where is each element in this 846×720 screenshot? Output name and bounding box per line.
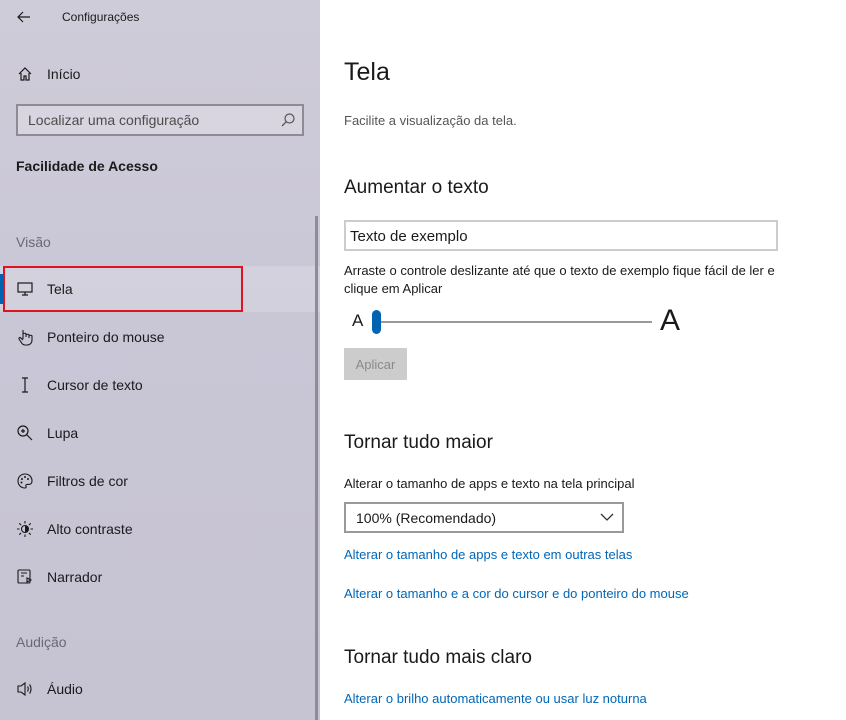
- text-size-slider[interactable]: [376, 321, 652, 323]
- slider-min-label: A: [352, 311, 364, 330]
- sidebar-item-lupa[interactable]: Lupa: [0, 410, 320, 456]
- sidebar-item-ponteiro-do-mouse[interactable]: Ponteiro do mouse: [0, 314, 320, 360]
- search-placeholder: Localizar uma configuração: [28, 112, 200, 128]
- brightness-icon: [16, 520, 34, 538]
- chevron-down-icon: [600, 513, 614, 521]
- home-icon: [16, 65, 34, 83]
- sidebar-item-label: Lupa: [47, 425, 79, 441]
- sidebar-item-label: Áudio: [47, 681, 83, 697]
- title-bar: Configurações: [0, 0, 320, 34]
- highlight-box: [3, 266, 243, 312]
- sample-text-box: Texto de exemplo: [344, 220, 778, 251]
- sidebar-item-cursor-de-texto[interactable]: Cursor de texto: [0, 362, 320, 408]
- sidebar-scrollbar[interactable]: [315, 216, 318, 720]
- main-content: Tela Facilite a visualização da tela. Au…: [320, 0, 846, 720]
- scale-dropdown-value: 100% (Recomendado): [356, 510, 497, 526]
- link-brightness-night-light[interactable]: Alterar o brilho automaticamente ou usar…: [344, 691, 647, 706]
- sidebar-item-alto-contraste[interactable]: Alto contraste: [0, 506, 320, 552]
- scale-label: Alterar o tamanho de apps e texto na tel…: [344, 476, 635, 491]
- sidebar-item-audio[interactable]: Áudio: [0, 666, 320, 712]
- sidebar-item-label: Filtros de cor: [47, 473, 128, 489]
- group-label-audio: Audição: [16, 634, 67, 650]
- link-cursor-pointer[interactable]: Alterar o tamanho e a cor do cursor e do…: [344, 586, 689, 601]
- slider-thumb[interactable]: [372, 310, 381, 334]
- slider-max-label: A: [660, 304, 681, 337]
- sidebar-item-label: Alto contraste: [47, 521, 133, 537]
- back-button[interactable]: [10, 5, 38, 29]
- page-title: Tela: [344, 58, 390, 86]
- scale-dropdown[interactable]: 100% (Recomendado): [344, 502, 624, 533]
- narrator-icon: [16, 568, 34, 586]
- text-cursor-icon: [16, 376, 34, 394]
- speaker-icon: [16, 680, 34, 698]
- sidebar-item-label: Narrador: [47, 569, 103, 585]
- color-palette-icon: [16, 472, 34, 490]
- link-other-displays[interactable]: Alterar o tamanho de apps e texto em out…: [344, 547, 632, 562]
- search-input[interactable]: Localizar uma configuração: [16, 104, 304, 136]
- apply-button[interactable]: Aplicar: [344, 348, 407, 380]
- sidebar-item-label: Ponteiro do mouse: [47, 329, 165, 345]
- app-title: Configurações: [62, 10, 140, 24]
- mouse-pointer-icon: [16, 328, 34, 346]
- heading-aumentar-texto: Aumentar o texto: [344, 177, 489, 198]
- back-arrow-icon: [17, 11, 30, 23]
- sample-text: Texto de exemplo: [350, 228, 468, 245]
- magnifier-icon: [16, 424, 34, 442]
- heading-tornar-tudo-maior: Tornar tudo maior: [344, 432, 493, 453]
- sidebar-item-narrador[interactable]: Narrador: [0, 554, 320, 600]
- nav-home[interactable]: Início: [0, 56, 320, 92]
- group-label-vision: Visão: [16, 234, 51, 250]
- text-size-description: Arraste o controle deslizante até que o …: [344, 263, 775, 296]
- sidebar-item-label: Cursor de texto: [47, 377, 143, 393]
- heading-tornar-tudo-mais-claro: Tornar tudo mais claro: [344, 647, 532, 668]
- page-subtitle: Facilite a visualização da tela.: [344, 113, 517, 128]
- nav-home-label: Início: [47, 66, 81, 82]
- section-title: Facilidade de Acesso: [16, 158, 158, 174]
- search-icon[interactable]: [280, 112, 296, 128]
- sidebar: Configurações Início Localizar uma confi…: [0, 0, 320, 720]
- sidebar-item-filtros-de-cor[interactable]: Filtros de cor: [0, 458, 320, 504]
